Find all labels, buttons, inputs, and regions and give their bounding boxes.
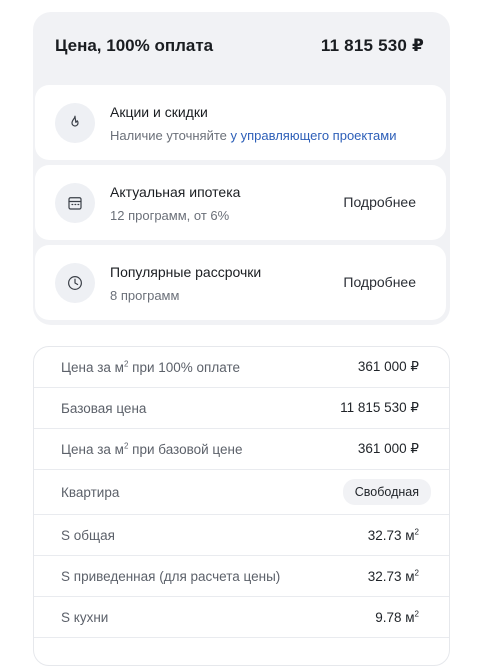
offer-subtitle: 8 программ bbox=[110, 288, 180, 303]
table-row: S приведенная (для расчета цены) 32.73 м… bbox=[34, 556, 449, 597]
row-label: Цена за м2 при базовой цене bbox=[61, 441, 243, 457]
row-label: S приведенная (для расчета цены) bbox=[61, 568, 281, 584]
table-row: Цена за м2 при базовой цене 361 000 ₽ bbox=[34, 429, 449, 470]
row-label: Базовая цена bbox=[61, 400, 147, 416]
table-row: S общая 32.73 м2 bbox=[34, 515, 449, 556]
table-row: S кухни 9.78 м2 bbox=[34, 597, 449, 638]
offer-subtitle: 12 программ, от 6% bbox=[110, 208, 230, 223]
offer-mortgage[interactable]: Актуальная ипотека 12 программ, от 6% По… bbox=[35, 165, 446, 240]
row-value: 11 815 530 ₽ bbox=[340, 400, 419, 415]
offer-installments[interactable]: Популярные рассрочки 8 программ Подробне… bbox=[35, 245, 446, 320]
price-title: Цена, 100% оплата bbox=[55, 36, 214, 55]
offer-subtitle-text: Наличие уточняйте bbox=[110, 128, 231, 143]
offer-subtitle: Наличие уточняйте у управляющего проекта… bbox=[110, 128, 396, 143]
clock-icon bbox=[55, 262, 95, 303]
status-badge: Свободная bbox=[342, 479, 431, 505]
row-value: 9.78 м2 bbox=[375, 609, 419, 625]
calendar-icon bbox=[55, 182, 95, 223]
mortgage-details-link[interactable]: Подробнее bbox=[343, 194, 416, 210]
row-value: 32.73 м2 bbox=[367, 568, 419, 584]
row-label: Цена за м2 при 100% оплате bbox=[61, 359, 240, 375]
row-label: S кухни bbox=[61, 609, 109, 625]
row-value: 361 000 ₽ bbox=[357, 441, 419, 456]
price-amount: 11 815 530 ₽ bbox=[320, 36, 424, 55]
offer-title: Акции и скидки bbox=[110, 104, 208, 120]
row-value: 32.73 м2 bbox=[367, 527, 419, 543]
price-header: Цена, 100% оплата 11 815 530 ₽ bbox=[55, 36, 424, 56]
price-card: Цена, 100% оплата 11 815 530 ₽ Акции и с… bbox=[33, 12, 450, 325]
row-label: Квартира bbox=[61, 484, 120, 500]
manager-link[interactable]: у управляющего проектами bbox=[231, 128, 397, 143]
offer-title: Актуальная ипотека bbox=[110, 184, 241, 200]
offer-title: Популярные рассрочки bbox=[110, 264, 262, 280]
table-row: Базовая цена 11 815 530 ₽ bbox=[34, 388, 449, 429]
table-row: Цена за м2 при 100% оплате 361 000 ₽ bbox=[34, 347, 449, 388]
flame-icon bbox=[55, 102, 95, 143]
row-value: 361 000 ₽ bbox=[357, 359, 419, 374]
table-row: Квартира Свободная bbox=[34, 470, 449, 515]
offer-promotions[interactable]: Акции и скидки Наличие уточняйте у управ… bbox=[35, 85, 446, 160]
row-label: S общая bbox=[61, 527, 115, 543]
installments-details-link[interactable]: Подробнее bbox=[343, 274, 416, 290]
apartment-params-table: Цена за м2 при 100% оплате 361 000 ₽ Баз… bbox=[33, 346, 450, 666]
